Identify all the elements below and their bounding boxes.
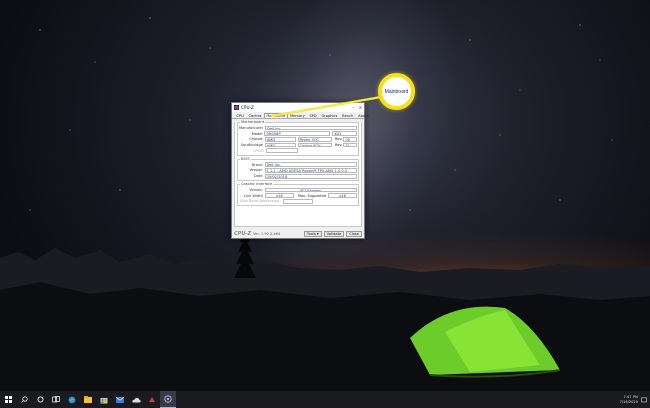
graphic-interface-group: Graphic Interface Version PCI-Express Li… — [237, 182, 359, 207]
manufacturer-label: Manufacturer — [239, 125, 264, 130]
southbridge-vendor: AMD — [264, 142, 296, 148]
graphic-interface-legend: Graphic Interface — [240, 182, 274, 187]
validate-button[interactable]: Validate — [323, 230, 345, 237]
lpcio-label: LPCIO — [253, 148, 264, 153]
motherboard-group: Motherboard Manufacturer Dell Inc. Model… — [237, 120, 359, 156]
cpuz-app-icon — [234, 105, 239, 110]
bios-date-label: Date — [253, 174, 263, 179]
notifications-icon[interactable] — [641, 397, 647, 403]
app-icon[interactable] — [144, 391, 160, 408]
model-revision: X01 — [332, 131, 357, 137]
tab-about[interactable]: About — [356, 113, 371, 119]
max-supported-value: x16 — [328, 193, 357, 199]
status-bar: CPU-Z Ver. 1.92.2.x64 Tools ▾ Validate C… — [232, 229, 364, 238]
model-value: 0H0V6P — [264, 131, 331, 137]
chipset-rev-label: Rev. — [334, 137, 343, 142]
file-explorer-icon[interactable] — [80, 391, 96, 408]
landscape — [0, 230, 650, 391]
store-icon[interactable] — [96, 391, 112, 408]
bios-version-value: 1.1.1 - AMD AGESA RavenPI FP5-AM4 1.0.0.… — [264, 168, 357, 173]
minimize-button[interactable]: – — [353, 105, 355, 110]
clock[interactable]: 7:47 PM 7/16/2020 — [620, 395, 638, 404]
chipset-vendor: AMD — [264, 136, 296, 142]
link-width-label: Link Width — [243, 193, 263, 198]
tab-bar: CPU Caches Mainboard Memory SPD Graphics… — [232, 112, 369, 119]
southbridge-name: Carrizo FCH — [297, 142, 332, 148]
task-view-icon[interactable] — [48, 391, 64, 408]
tools-button[interactable]: Tools ▾ — [303, 230, 322, 237]
cpuz-icon[interactable] — [160, 391, 176, 408]
side-band-label: Side Band Addressing — [240, 199, 280, 204]
chipset-name: Ryzen SOC — [297, 136, 332, 142]
tab-graphics[interactable]: Graphics — [319, 113, 340, 119]
tab-bench[interactable]: Bench — [340, 113, 356, 119]
model-label: Model — [251, 131, 263, 136]
clock-date: 7/16/2020 — [619, 399, 638, 404]
southbridge-rev-label: Rev. — [334, 143, 343, 148]
close-icon[interactable]: × — [359, 105, 362, 110]
version-text: Ver. 1.92.2.x64 — [253, 231, 281, 236]
tab-content: Motherboard Manufacturer Dell Inc. Model… — [234, 120, 362, 227]
bios-brand-label: Brand — [251, 162, 263, 167]
edge-icon[interactable] — [64, 391, 80, 408]
cortana-icon[interactable] — [32, 391, 48, 408]
tab-cpu[interactable]: CPU — [234, 113, 246, 119]
windows-icon[interactable] — [0, 391, 16, 408]
southbridge-label: Southbridge — [240, 143, 263, 148]
southbridge-rev: 51 — [343, 142, 357, 148]
search-icon[interactable] — [16, 391, 32, 408]
mail-icon[interactable] — [112, 391, 128, 408]
chipset-rev: 00 — [343, 136, 357, 142]
max-supported-label: Max. Supported — [297, 193, 327, 198]
onedrive-icon[interactable] — [128, 391, 144, 408]
taskbar: 7:47 PM 7/16/2020 — [0, 391, 650, 408]
motherboard-legend: Motherboard — [240, 120, 266, 124]
gi-version-label: Version — [249, 188, 263, 193]
link-width-value: x16 — [264, 193, 294, 199]
title-bar: CPU-Z – × — [232, 103, 364, 112]
lpcio-value — [266, 148, 298, 154]
mainboard-callout: Mainboard — [378, 73, 415, 110]
chipset-label: Chipset — [249, 137, 263, 142]
tab-spd[interactable]: SPD — [307, 113, 319, 119]
manufacturer-value: Dell Inc. — [265, 125, 357, 131]
callout-label: Mainboard — [384, 88, 409, 95]
window-title: CPU-Z — [241, 105, 254, 110]
bios-brand-value: Dell Inc. — [264, 162, 357, 168]
bios-group: BIOS Brand Dell Inc. Version 1.1.1 - AMD… — [237, 156, 359, 182]
tab-memory[interactable]: Memory — [288, 113, 307, 119]
close-button[interactable]: Close — [346, 230, 362, 237]
bios-version-label: Version — [249, 168, 263, 173]
tools-label: Tools — [306, 231, 316, 236]
tab-caches[interactable]: Caches — [246, 113, 264, 119]
cpuz-brand: CPU-Z — [234, 230, 252, 237]
bios-date-value: 05/02/2018 — [264, 173, 357, 179]
gi-version-value: PCI-Express — [264, 187, 357, 193]
tab-mainboard[interactable]: Mainboard — [263, 112, 288, 118]
system-tray: 7:47 PM 7/16/2020 — [620, 391, 650, 408]
bios-legend: BIOS — [240, 156, 251, 161]
cpuz-window: CPU-Z – × CPU Caches Mainboard Memory SP… — [231, 102, 369, 239]
side-band-value — [283, 199, 313, 204]
